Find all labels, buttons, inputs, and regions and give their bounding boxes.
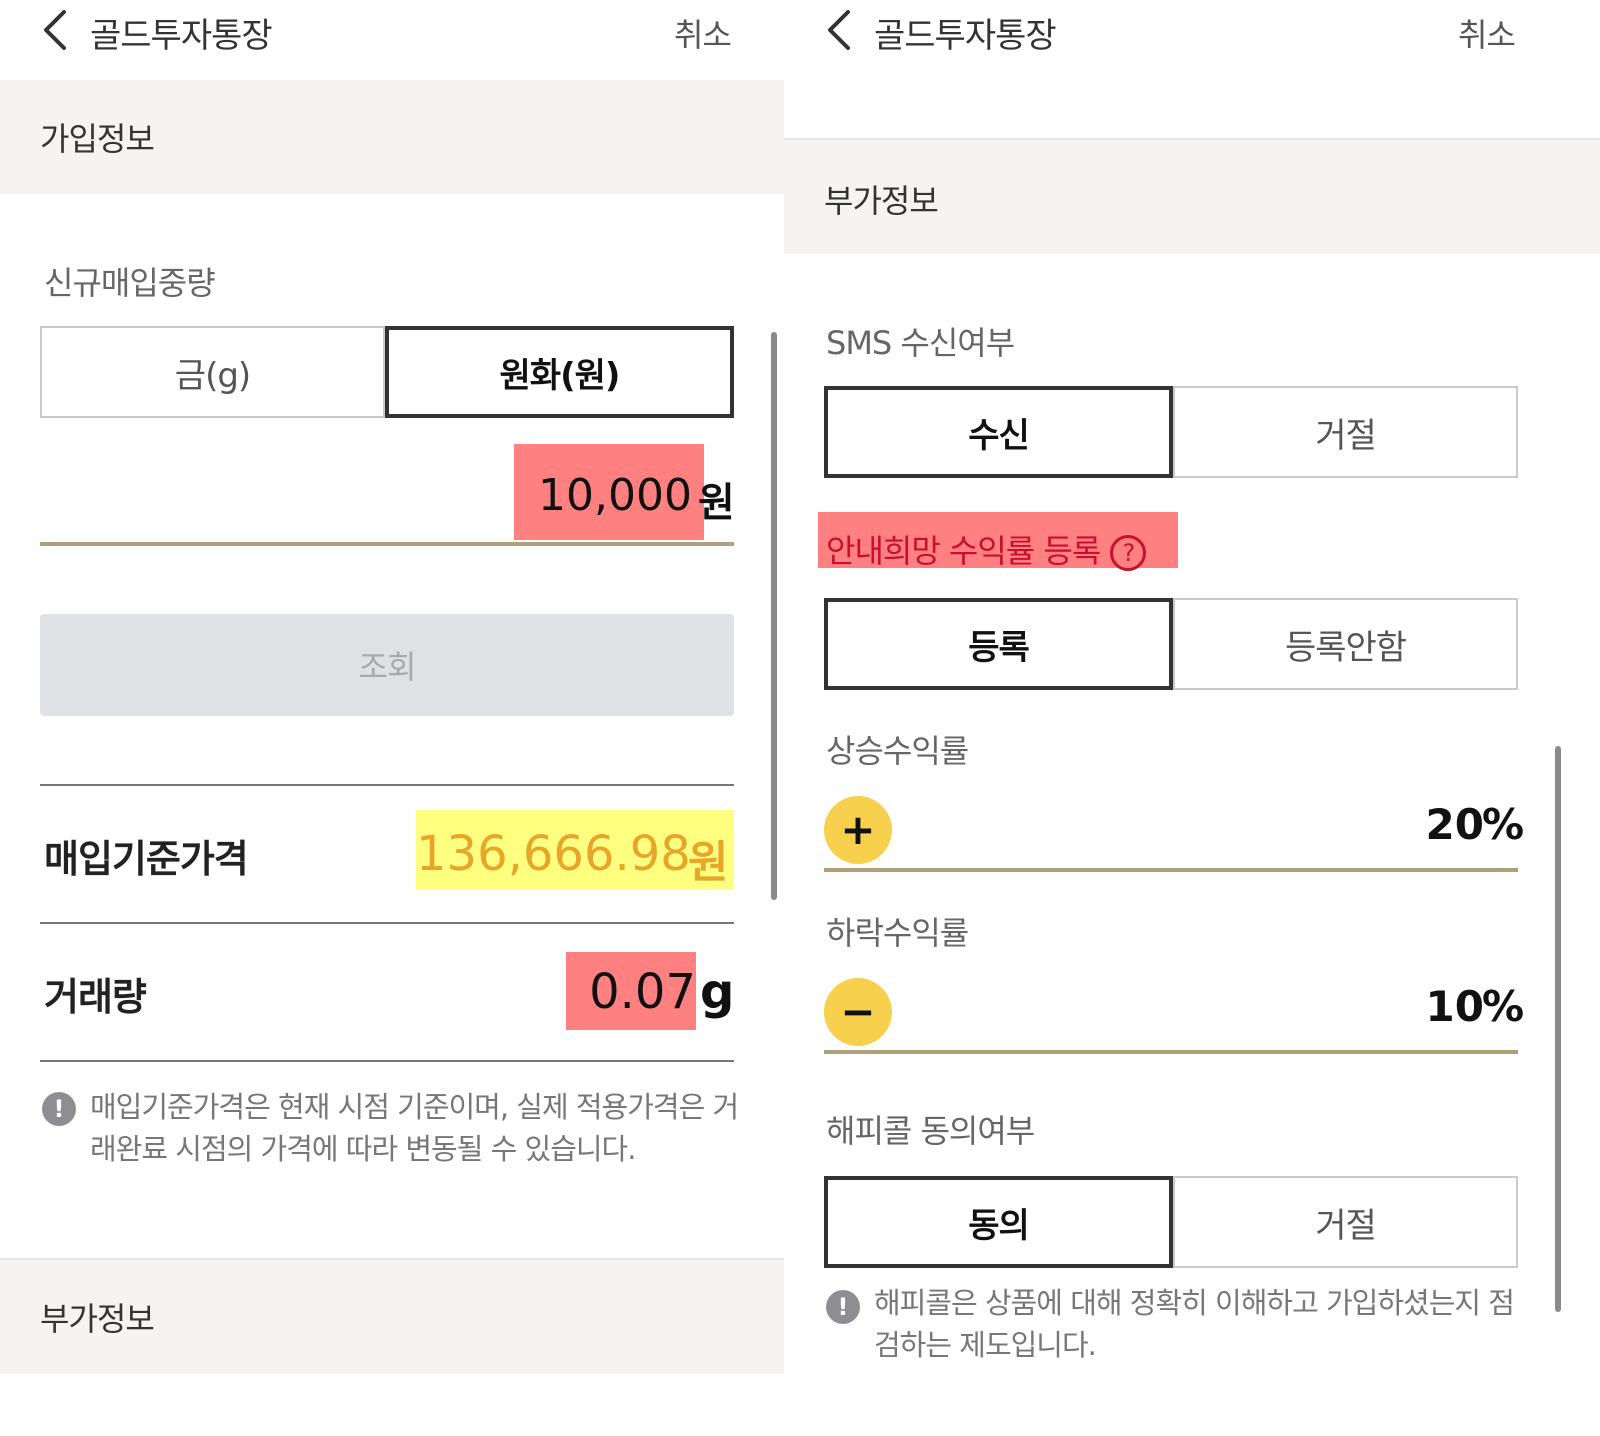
left-screen: 골드투자통장 취소 가입정보 신규매입중량 금(g) 원화(원) 10,000 … xyxy=(0,0,784,1436)
amount-unit: 원 xyxy=(698,480,735,526)
increase-button[interactable]: + xyxy=(824,796,892,864)
amount-input[interactable]: 10,000 xyxy=(514,470,692,521)
section-title: 부가정보 xyxy=(40,1300,155,1338)
unit-option-won[interactable]: 원화(원) xyxy=(385,326,734,418)
target-return-toggle: 등록 등록안함 xyxy=(824,598,1518,690)
section-header-additional-info: 부가정보 xyxy=(0,1258,784,1374)
page-title: 골드투자통장 xyxy=(90,16,273,56)
happycall-notice: 해피콜은 상품에 대해 정확히 이해하고 가입하셨는지 점 검하는 제도입니다. xyxy=(874,1282,1554,1366)
plus-icon: + xyxy=(840,805,876,854)
sms-toggle: 수신 거절 xyxy=(824,386,1518,478)
section-header-additional-info: 부가정보 xyxy=(784,138,1600,254)
section-title: 부가정보 xyxy=(824,182,939,220)
unit-option-gram[interactable]: 금(g) xyxy=(40,326,385,418)
happycall-notice-line1: 해피콜은 상품에 대해 정확히 이해하고 가입하셨는지 점 xyxy=(874,1286,1515,1320)
happycall-label: 해피콜 동의여부 xyxy=(826,1112,1035,1150)
unit-toggle: 금(g) 원화(원) xyxy=(40,326,734,418)
divider xyxy=(40,922,734,924)
right-screen: 골드투자통장 취소 부가정보 SMS 수신여부 수신 거절 안내희망 수익률 등… xyxy=(784,0,1600,1436)
target-return-label: 안내희망 수익률 등록? xyxy=(826,526,1147,572)
fall-value[interactable]: 10 xyxy=(1304,982,1484,1031)
volume-value: 0.07 xyxy=(589,964,696,1020)
minus-icon: − xyxy=(840,987,876,1036)
target-return-option-register[interactable]: 등록 xyxy=(824,598,1173,690)
back-arrow-icon[interactable] xyxy=(822,6,862,54)
query-button[interactable]: 조회 xyxy=(40,614,734,716)
section-title: 가입정보 xyxy=(40,120,155,158)
decrease-button[interactable]: − xyxy=(824,978,892,1046)
amount-underline xyxy=(40,542,734,546)
price-notice-line2: 래완료 시점의 가격에 따라 변동될 수 있습니다. xyxy=(90,1132,636,1166)
rise-label: 상승수익률 xyxy=(826,732,969,770)
info-icon: ! xyxy=(42,1092,76,1126)
price-label: 매입기준가격 xyxy=(44,837,249,881)
sms-option-receive[interactable]: 수신 xyxy=(824,386,1173,478)
sms-label: SMS 수신여부 xyxy=(826,324,1015,362)
help-icon[interactable]: ? xyxy=(1110,535,1147,571)
happycall-notice-line2: 검하는 제도입니다. xyxy=(874,1328,1097,1362)
price-notice-line1: 매입기준가격은 현재 시점 기준이며, 실제 적용가격은 거 xyxy=(90,1090,739,1124)
divider xyxy=(40,1060,734,1062)
rise-unit: % xyxy=(1482,800,1525,849)
fall-unit: % xyxy=(1482,982,1525,1031)
rise-value[interactable]: 20 xyxy=(1304,800,1484,849)
happycall-toggle: 동의 거절 xyxy=(824,1176,1518,1268)
price-value: 136,666.98 xyxy=(416,826,691,882)
sms-option-decline[interactable]: 거절 xyxy=(1173,386,1518,478)
target-return-option-skip[interactable]: 등록안함 xyxy=(1173,598,1518,690)
weight-label: 신규매입중량 xyxy=(44,264,216,302)
price-unit: 원 xyxy=(688,837,729,888)
page-title: 골드투자통장 xyxy=(874,16,1057,56)
info-icon: ! xyxy=(826,1290,860,1324)
price-notice: 매입기준가격은 현재 시점 기준이며, 실제 적용가격은 거 래완료 시점의 가… xyxy=(90,1086,750,1170)
back-arrow-icon[interactable] xyxy=(38,6,78,54)
volume-label: 거래량 xyxy=(44,975,147,1019)
cancel-button[interactable]: 취소 xyxy=(1458,10,1516,56)
scrollbar[interactable] xyxy=(771,332,777,900)
section-header-signup-info: 가입정보 xyxy=(0,80,784,194)
volume-unit: g xyxy=(700,964,735,1020)
happycall-option-agree[interactable]: 동의 xyxy=(824,1176,1173,1268)
scrollbar[interactable] xyxy=(1555,746,1561,1312)
cancel-button[interactable]: 취소 xyxy=(674,10,732,56)
fall-underline xyxy=(824,1050,1518,1054)
happycall-option-decline[interactable]: 거절 xyxy=(1173,1176,1518,1268)
target-return-label-text: 안내희망 수익률 등록 xyxy=(826,532,1101,570)
divider xyxy=(40,784,734,786)
rise-underline xyxy=(824,868,1518,872)
fall-label: 하락수익률 xyxy=(826,914,969,952)
